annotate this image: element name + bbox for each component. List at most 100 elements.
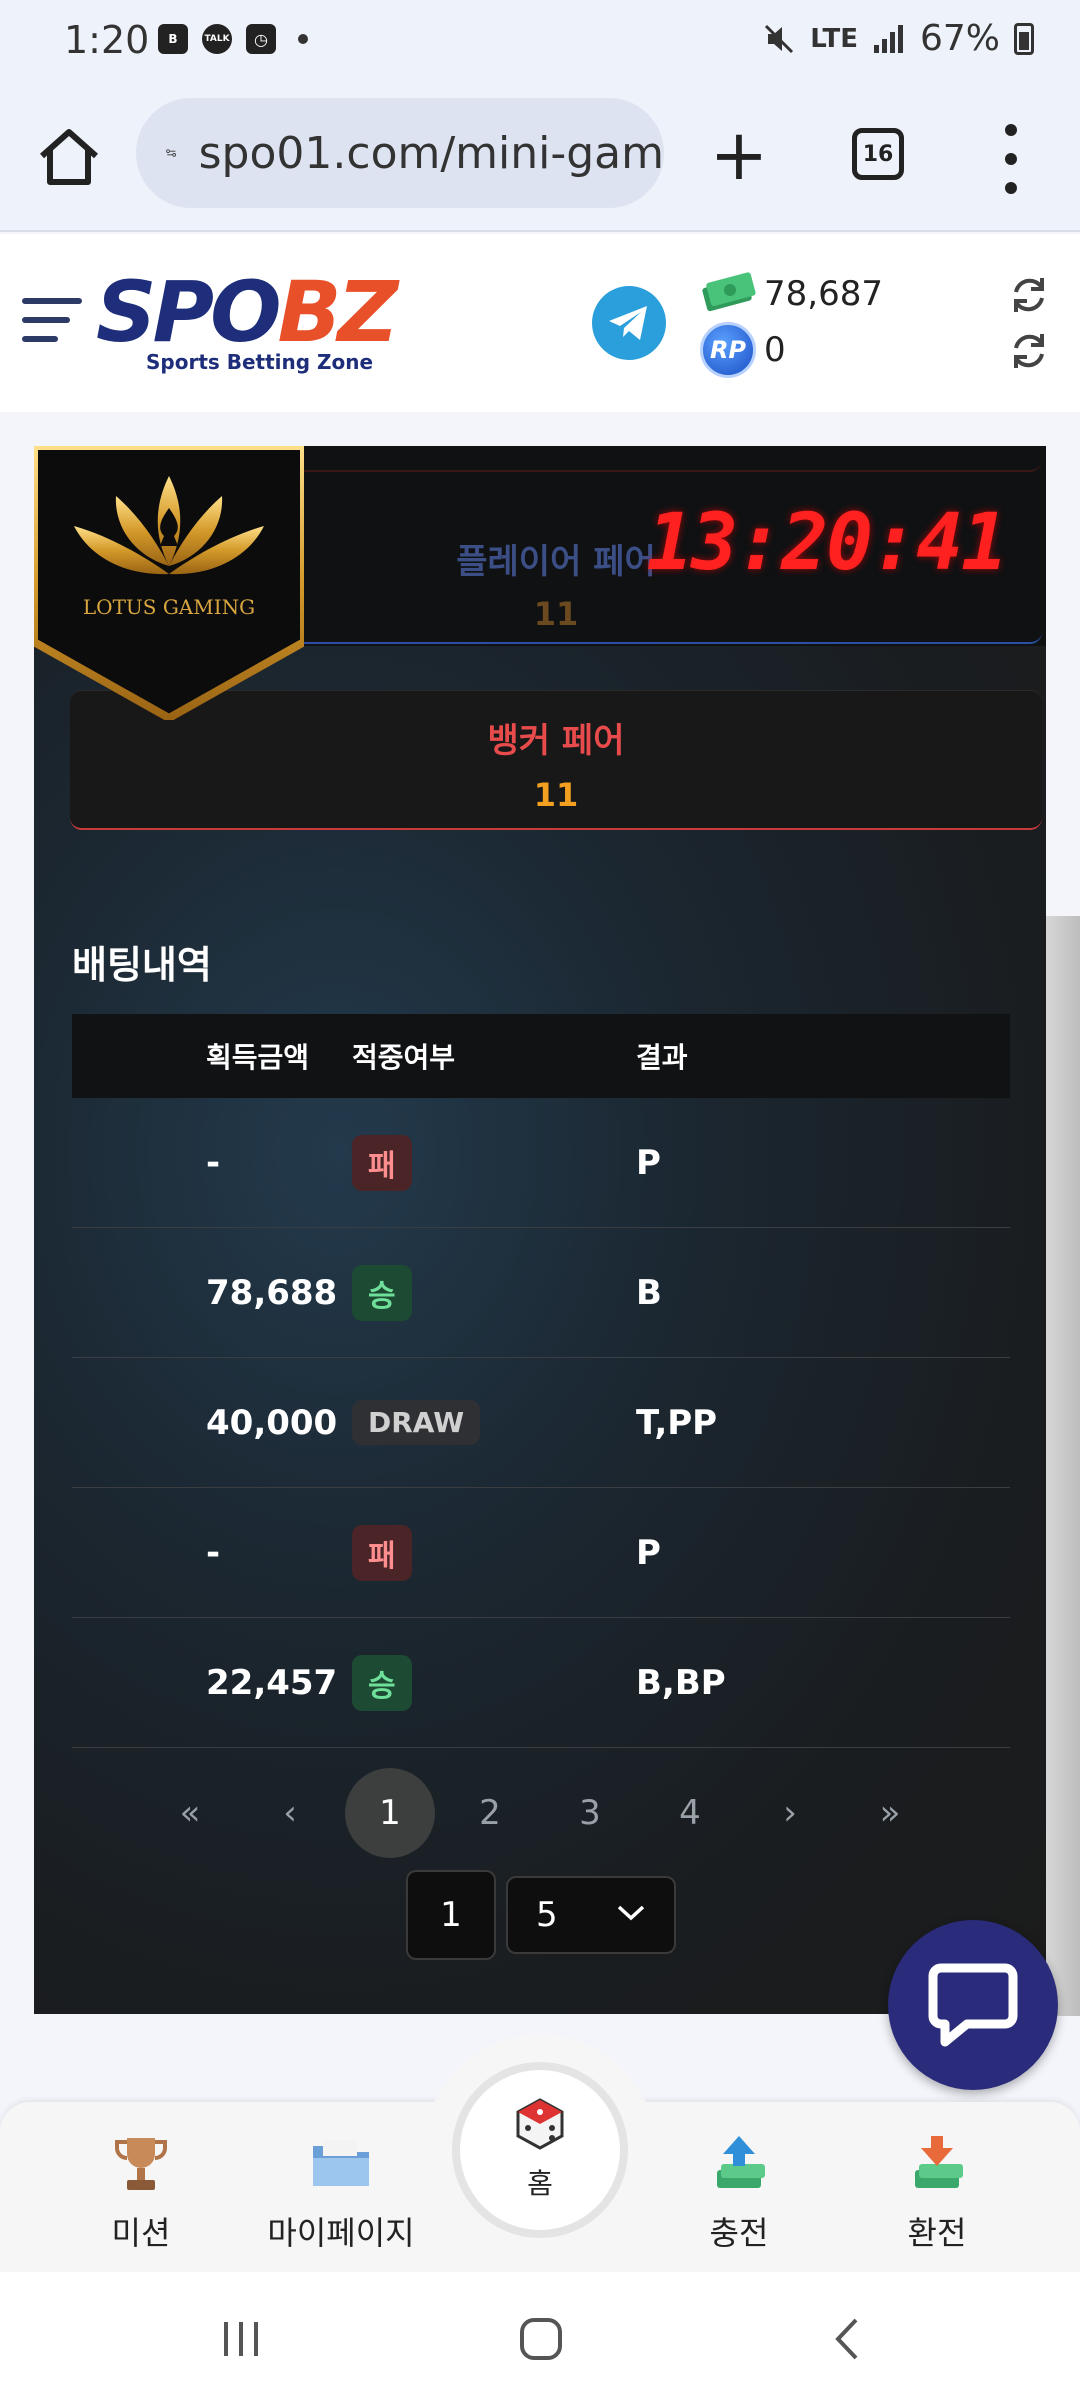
site-settings-icon[interactable] bbox=[166, 133, 177, 173]
result-cell: P bbox=[636, 1142, 661, 1183]
logo-text-spo: SPO bbox=[96, 263, 281, 361]
casino-dice-icon bbox=[516, 2098, 564, 2150]
site-logo[interactable]: SPOBZ Sports Betting Zone bbox=[96, 270, 398, 374]
signal-icon bbox=[873, 24, 903, 53]
game-panel: 플레이어 페어 11 13:20:41 뱅커 페어 11 LOTUS GAMIN… bbox=[34, 446, 1046, 2014]
folder-icon bbox=[313, 2140, 369, 2186]
battery-icon bbox=[1014, 22, 1034, 55]
site-header: SPOBZ Sports Betting Zone 78,687 RP 0 bbox=[0, 234, 1080, 412]
column-result: 결과 bbox=[636, 1041, 688, 1074]
nav-mission-label: 미션 bbox=[111, 2214, 171, 2252]
chevron-down-icon bbox=[617, 1905, 645, 1921]
status-badge: 패 bbox=[352, 1134, 412, 1191]
hit-cell: 패 bbox=[352, 1134, 636, 1191]
nav-mypage-label: 마이페이지 bbox=[267, 2214, 415, 2252]
prev-page-button[interactable]: ‹ bbox=[245, 1768, 335, 1858]
browser-menu-icon[interactable] bbox=[996, 124, 1026, 194]
chat-bubble-icon bbox=[928, 1963, 1018, 2047]
browser-home-icon[interactable] bbox=[34, 122, 104, 192]
page-button-4[interactable]: 4 bbox=[645, 1768, 735, 1858]
page-button-1[interactable]: 1 bbox=[345, 1768, 435, 1858]
rp-balance: 0 bbox=[764, 330, 786, 370]
bet-history-title: 배팅내역 bbox=[72, 943, 212, 987]
url-text: spo01.com/mini-gam bbox=[198, 127, 664, 179]
column-amount: 획득금액 bbox=[206, 1041, 310, 1074]
nav-deposit[interactable]: 충전 bbox=[654, 2132, 824, 2254]
status-badge: 패 bbox=[352, 1524, 412, 1581]
table-row: 78,688 승 B bbox=[72, 1228, 1010, 1358]
table-row: -패P bbox=[72, 1098, 1010, 1228]
status-time: 1:20 bbox=[64, 18, 150, 62]
status-right: LTE 67% bbox=[762, 18, 1034, 59]
tab-switcher-button[interactable]: 16 bbox=[852, 128, 904, 180]
hit-cell: 승 bbox=[352, 1264, 636, 1321]
last-page-button[interactable]: » bbox=[845, 1768, 935, 1858]
nav-withdraw[interactable]: 환전 bbox=[852, 2132, 1022, 2254]
android-navigation-bar bbox=[0, 2272, 1080, 2408]
amount-cell: - bbox=[206, 1532, 221, 1573]
hit-cell: 승 bbox=[352, 1654, 636, 1711]
table-row: 40,000 DRAW T,PP bbox=[72, 1358, 1010, 1488]
nav-deposit-label: 충전 bbox=[709, 2214, 769, 2252]
notification-icons: B TALK ◷ bbox=[158, 24, 308, 54]
nav-withdraw-label: 환전 bbox=[907, 2214, 967, 2252]
amount-cell: 78,688 bbox=[206, 1272, 338, 1313]
refresh-money-icon[interactable] bbox=[1008, 274, 1050, 316]
withdraw-money-icon bbox=[915, 2136, 963, 2188]
telegram-icon[interactable] bbox=[592, 286, 666, 360]
banker-pair-odds: 11 bbox=[533, 776, 579, 814]
more-notifications-dot bbox=[298, 34, 308, 44]
new-tab-icon[interactable]: + bbox=[704, 120, 774, 190]
amount-cell: - bbox=[206, 1142, 221, 1183]
column-hit: 적중여부 bbox=[352, 1041, 456, 1074]
status-badge: 승 bbox=[352, 1654, 412, 1711]
next-page-button[interactable]: › bbox=[745, 1768, 835, 1858]
first-page-button[interactable]: « bbox=[145, 1768, 235, 1858]
lotus-gaming-text: LOTUS GAMING bbox=[83, 595, 255, 619]
amount-cell: 22,457 bbox=[206, 1662, 338, 1703]
hit-cell: DRAW bbox=[352, 1400, 636, 1445]
refresh-rp-icon[interactable] bbox=[1008, 330, 1050, 372]
talk-app-icon: TALK bbox=[202, 24, 232, 54]
table-header: 획득금액 적중여부 결과 bbox=[72, 1014, 1010, 1098]
background-decoration bbox=[1046, 916, 1080, 2016]
trophy-icon bbox=[115, 2138, 167, 2190]
pagination: « ‹ 1 2 3 4 › » bbox=[34, 1768, 1046, 1858]
recent-apps-icon[interactable] bbox=[218, 2316, 264, 2362]
nav-mission[interactable]: 미션 bbox=[56, 2132, 226, 2254]
nav-home[interactable]: 홈 bbox=[452, 2062, 628, 2238]
table-row: 22,457 승 B,BP bbox=[72, 1618, 1010, 1748]
clock-app-icon: ◷ bbox=[246, 24, 276, 54]
lotus-gaming-badge: LOTUS GAMING bbox=[34, 446, 304, 720]
table-row: -패P bbox=[72, 1488, 1010, 1618]
logo-text-bz: BZ bbox=[277, 263, 398, 361]
nav-home-label: 홈 bbox=[527, 2167, 553, 2200]
money-balance: 78,687 bbox=[764, 274, 883, 314]
battery-percent: 67% bbox=[919, 18, 1000, 59]
live-chat-button[interactable] bbox=[888, 1920, 1058, 2090]
page-number-input[interactable]: 1 bbox=[406, 1870, 496, 1960]
android-home-icon[interactable] bbox=[518, 2316, 564, 2362]
page-size-value: 5 bbox=[536, 1895, 558, 1935]
deposit-money-icon bbox=[717, 2136, 765, 2188]
url-bar[interactable]: spo01.com/mini-gam bbox=[136, 98, 664, 208]
bet-history-table: 획득금액 적중여부 결과 - 패 P 78,688 승 B 40,000 DRAW T,PP - 패… bbox=[72, 1014, 1010, 1748]
browser-toolbar: spo01.com/mini-gam + 16 bbox=[0, 84, 1080, 232]
back-icon[interactable] bbox=[826, 2316, 872, 2362]
status-badge: 승 bbox=[352, 1264, 412, 1321]
nav-mypage[interactable]: 마이페이지 bbox=[256, 2132, 426, 2254]
mute-icon bbox=[765, 24, 794, 53]
rp-point-icon: RP bbox=[700, 322, 756, 378]
network-label: LTE bbox=[810, 23, 858, 54]
hamburger-menu-icon[interactable] bbox=[22, 298, 86, 350]
b-app-icon: B bbox=[158, 24, 188, 54]
result-cell: T,PP bbox=[636, 1402, 718, 1443]
result-cell: P bbox=[636, 1532, 661, 1573]
money-icon bbox=[702, 272, 756, 312]
page-button-3[interactable]: 3 bbox=[545, 1768, 635, 1858]
result-cell: B,BP bbox=[636, 1662, 726, 1703]
game-clock: 13:20:41 bbox=[646, 498, 1008, 588]
page-button-2[interactable]: 2 bbox=[445, 1768, 535, 1858]
page-size-select[interactable]: 5 bbox=[506, 1876, 676, 1954]
logo-tagline: Sports Betting Zone bbox=[146, 350, 374, 374]
